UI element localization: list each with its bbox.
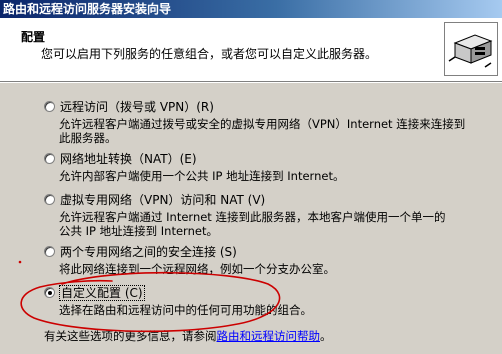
help-text: 有关这些选项的更多信息，请参阅 xyxy=(44,329,217,343)
option-vpn-and-nat-desc-2: 公共 IP 地址连接到 Internet。 xyxy=(59,224,218,238)
help-footer: 有关这些选项的更多信息，请参阅路由和远程访问帮助。 xyxy=(44,328,332,344)
header-divider xyxy=(0,82,502,83)
radio-remote-access[interactable] xyxy=(44,101,55,112)
option-remote-access-desc-2: 此服务器。 xyxy=(59,131,117,145)
help-suffix: 。 xyxy=(320,329,332,343)
radio-vpn-and-nat[interactable] xyxy=(44,194,55,205)
radio-custom-config[interactable] xyxy=(44,287,55,298)
help-link[interactable]: 路由和远程访问帮助 xyxy=(217,329,321,343)
option-remote-access-desc-1: 允许远程客户端通过拨号或安全的虚拟专用网络（VPN）Internet 连接来连接… xyxy=(59,117,466,131)
option-nat-label[interactable]: 网络地址转换（NAT）(E) xyxy=(60,152,197,166)
option-secure-connection-label[interactable]: 两个专用网络之间的安全连接 (S) xyxy=(60,245,237,259)
radio-secure-connection[interactable] xyxy=(44,246,55,257)
option-custom-config-label[interactable]: 自定义配置 (C) xyxy=(59,285,145,301)
window-title: 路由和远程访问服务器安装向导 xyxy=(3,2,172,16)
page-title: 配置 xyxy=(21,30,46,44)
option-secure-connection-desc: 将此网络连接到一个远程网络，例如一个分支办公室。 xyxy=(59,262,335,276)
window-title-bar[interactable]: 路由和远程访问服务器安装向导 xyxy=(0,0,502,18)
option-vpn-and-nat-desc-1: 允许远程客户端通过 Internet 连接到此服务器，本地客户端使用一个单一的 xyxy=(59,210,446,224)
radio-nat[interactable] xyxy=(44,153,55,164)
wizard-header: 配置 您可以启用下列服务的任意组合，或者您可以自定义此服务器。 xyxy=(0,18,502,82)
option-vpn-and-nat-label[interactable]: 虚拟专用网络（VPN）访问和 NAT (V) xyxy=(60,193,265,207)
option-custom-config-desc: 选择在路由和远程访问中的任何可用功能的组合。 xyxy=(59,303,312,317)
option-remote-access-label[interactable]: 远程访问（拨号或 VPN）(R) xyxy=(60,100,214,114)
network-server-icon xyxy=(444,22,498,76)
option-nat-desc: 允许内部客户端使用一个公共 IP 地址连接到 Internet。 xyxy=(59,169,345,183)
page-subtitle: 您可以启用下列服务的任意组合，或者您可以自定义此服务器。 xyxy=(41,47,378,61)
